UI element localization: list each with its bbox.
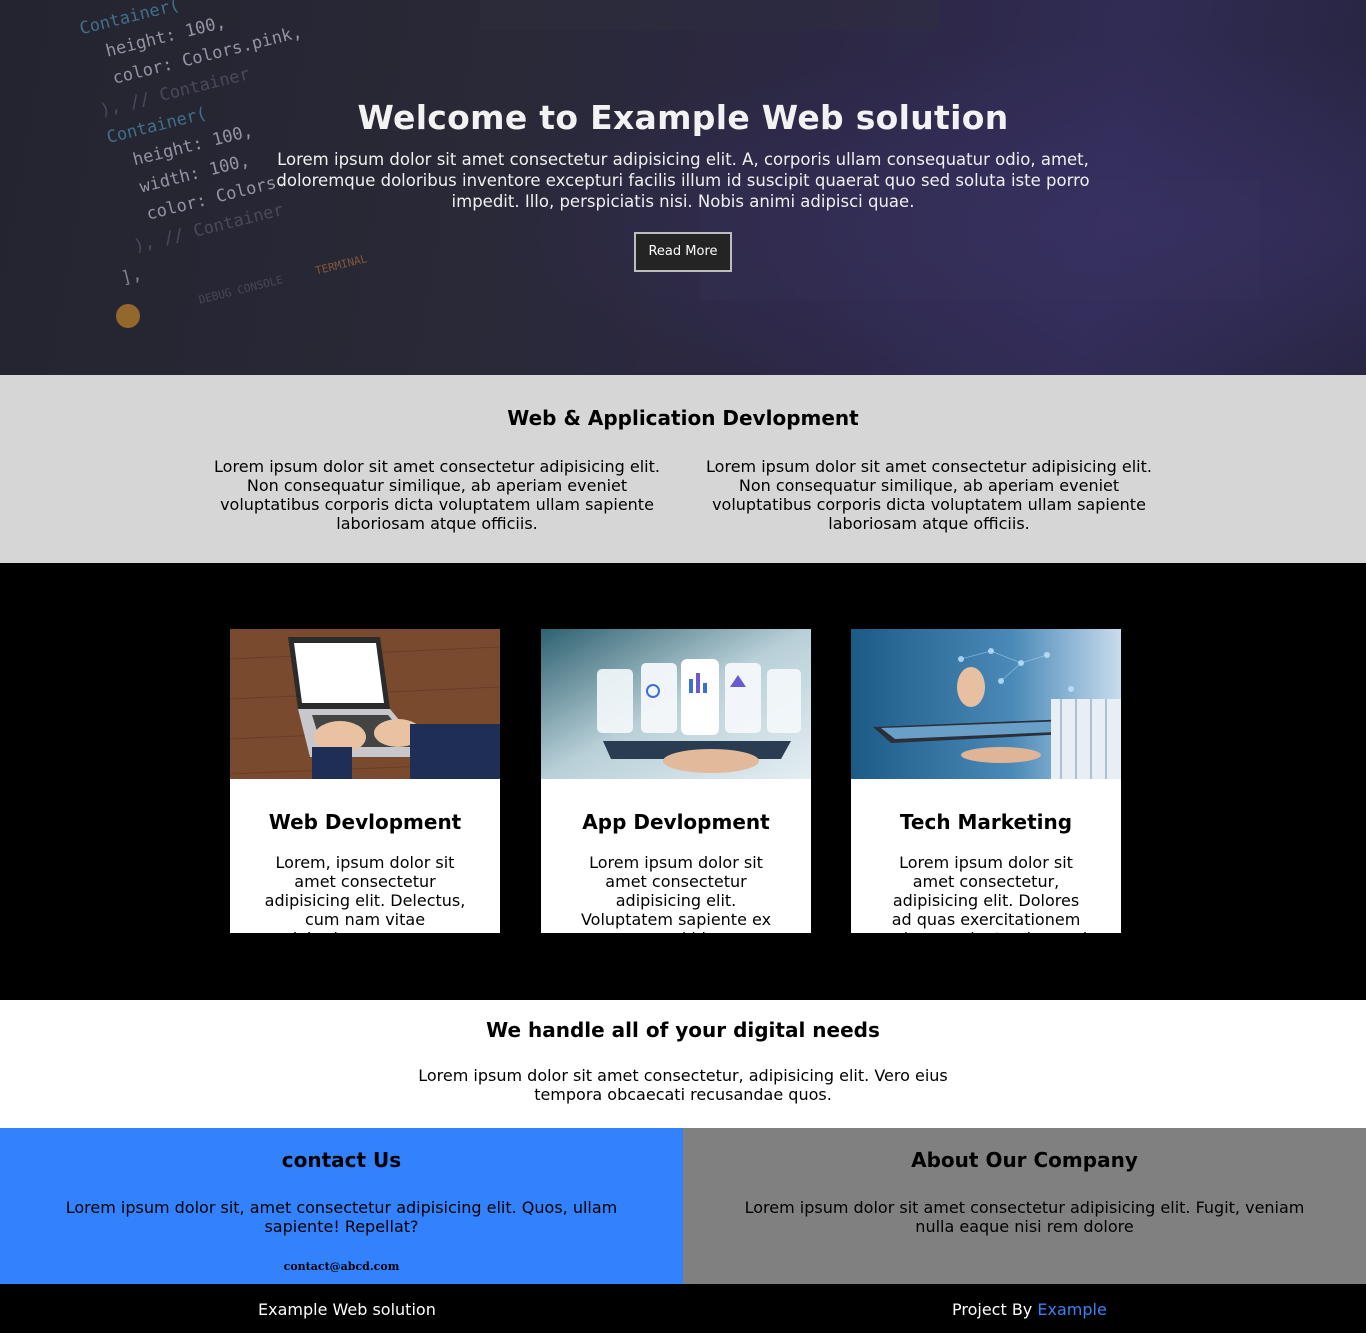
services-intro-columns: Lorem ipsum dolor sit amet consectetur a…	[0, 457, 1366, 533]
hero-section: Container( height: 100, color: Colors.pi…	[0, 0, 1366, 375]
footer: Example Web solution Project By Example	[0, 1284, 1366, 1333]
service-card-title: Web Devlopment	[268, 810, 462, 834]
service-card-text: Lorem ipsum dolor sit amet consectetur a…	[580, 853, 772, 933]
service-card-text: Lorem ipsum dolor sit amet consectetur, …	[885, 853, 1088, 933]
contact-title: contact Us	[281, 1148, 402, 1172]
footer-brand: Example Web solution	[258, 1300, 436, 1319]
laptop-photo-image	[230, 629, 500, 779]
services-intro-section: Web & Application Devlopment Lorem ipsum…	[0, 375, 1366, 563]
hero-content: Welcome to Example Web solution Lorem ip…	[0, 0, 1366, 272]
service-card-marketing: Tech Marketing Lorem ipsum dolor sit ame…	[851, 629, 1121, 933]
contact-about-section: contact Us Lorem ipsum dolor sit, amet c…	[0, 1128, 1366, 1284]
service-cards-section: Web Devlopment Lorem, ipsum dolor sit am…	[0, 563, 1366, 1000]
about-text: Lorem ipsum dolor sit amet consectetur a…	[744, 1198, 1305, 1236]
contact-panel: contact Us Lorem ipsum dolor sit, amet c…	[0, 1128, 683, 1284]
contact-email[interactable]: contact@abcd.com	[0, 1260, 683, 1273]
contact-text: Lorem ipsum dolor sit, amet consectetur …	[65, 1198, 618, 1236]
read-more-button[interactable]: Read More	[634, 232, 732, 272]
digital-needs-text: Lorem ipsum dolor sit amet consectetur, …	[418, 1066, 948, 1104]
footer-example-link[interactable]: Example	[1037, 1300, 1106, 1319]
footer-credit-label: Project By	[952, 1300, 1033, 1319]
services-intro-column: Lorem ipsum dolor sit amet consectetur a…	[706, 457, 1152, 533]
tablet-marketing-photo-image	[851, 629, 1121, 779]
services-intro-column: Lorem ipsum dolor sit amet consectetur a…	[214, 457, 660, 533]
digital-needs-section: We handle all of your digital needs Lore…	[0, 1000, 1366, 1128]
digital-needs-title: We handle all of your digital needs	[486, 1018, 880, 1042]
about-title: About Our Company	[911, 1148, 1138, 1172]
service-card-text: Lorem, ipsum dolor sit amet consectetur …	[264, 853, 466, 933]
services-intro-title: Web & Application Devlopment	[507, 406, 859, 430]
service-card-web: Web Devlopment Lorem, ipsum dolor sit am…	[230, 629, 500, 933]
service-card-title: App Devlopment	[582, 810, 770, 834]
hero-title: Welcome to Example Web solution	[357, 98, 1009, 137]
app-screens-photo-image	[541, 629, 811, 779]
hero-description: Lorem ipsum dolor sit amet consectetur a…	[276, 150, 1090, 211]
service-card-title: Tech Marketing	[899, 810, 1073, 834]
about-panel: About Our Company Lorem ipsum dolor sit …	[683, 1128, 1366, 1284]
service-card-app: App Devlopment Lorem ipsum dolor sit ame…	[541, 629, 811, 933]
footer-credit: Project By Example	[952, 1300, 1107, 1319]
